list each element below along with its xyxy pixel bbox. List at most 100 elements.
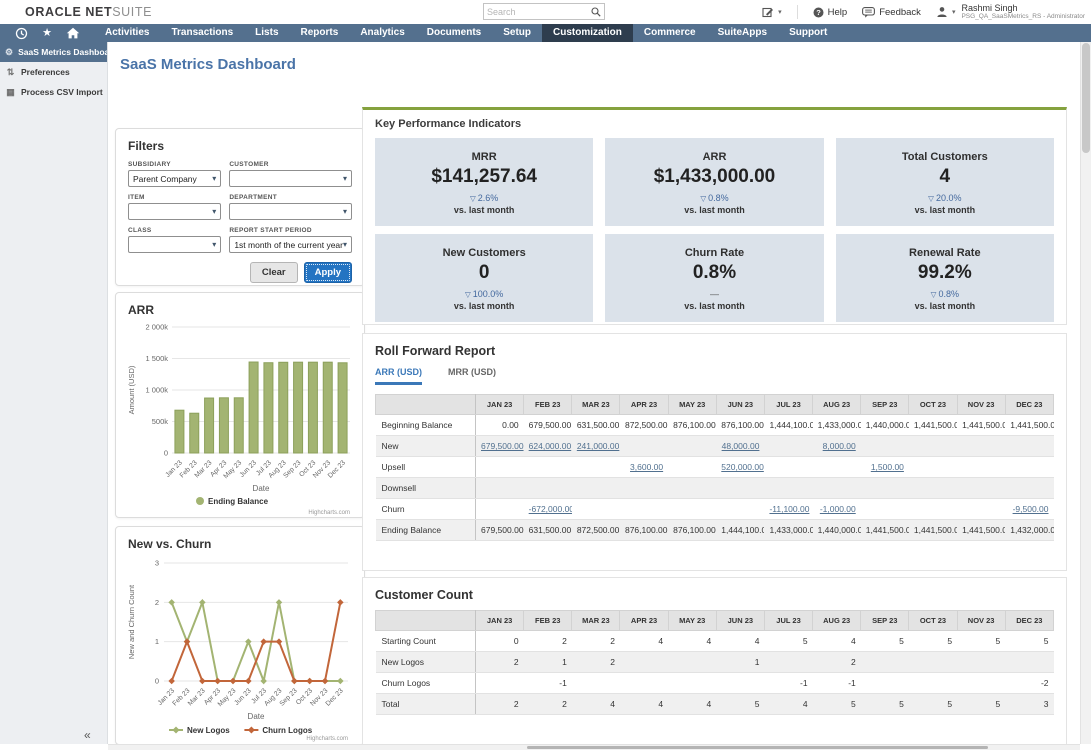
legend-churn-logos[interactable]: Churn Logos xyxy=(244,726,313,735)
apply-button[interactable]: Apply xyxy=(303,262,352,283)
filter-label: ITEM xyxy=(128,194,145,201)
bar-aug-23[interactable] xyxy=(278,361,289,454)
bar-jul-23[interactable] xyxy=(263,362,274,454)
svg-text:3: 3 xyxy=(155,559,159,568)
search-icon[interactable] xyxy=(588,6,604,17)
filter-select-report-start-period[interactable]: 1st month of the current year ▾ xyxy=(229,236,352,253)
home-icon[interactable] xyxy=(60,24,86,42)
triangle-down-icon: ▽ xyxy=(930,290,937,299)
chart-credit: Highcharts.com xyxy=(308,510,350,516)
horizontal-scrollbar[interactable] xyxy=(108,744,1080,750)
nav-item-customization[interactable]: Customization xyxy=(542,24,633,42)
bar-jun-23[interactable] xyxy=(248,361,259,454)
cell-link[interactable]: 8,000.00 xyxy=(823,441,856,451)
recent-records-clock-icon[interactable] xyxy=(8,24,34,42)
vertical-scrollbar-thumb[interactable] xyxy=(1082,43,1090,153)
point-churn-logos-jan-23[interactable] xyxy=(168,677,175,685)
cell-link[interactable]: -9,500.00 xyxy=(1013,504,1049,514)
bar-may-23[interactable] xyxy=(233,397,244,454)
clear-button[interactable]: Clear xyxy=(249,262,298,283)
search-input[interactable] xyxy=(484,6,588,17)
svg-text:Amount (USD): Amount (USD) xyxy=(127,365,136,414)
create-new-button[interactable]: ▾ xyxy=(762,6,782,18)
point-new-logos-jul-23[interactable] xyxy=(260,677,267,685)
point-churn-logos-jun-23[interactable] xyxy=(245,677,252,685)
point-churn-logos-nov-23[interactable] xyxy=(321,677,329,685)
nav-item-transactions[interactable]: Transactions xyxy=(160,24,244,42)
point-churn-logos-oct-23[interactable] xyxy=(306,677,313,685)
cell: 4 xyxy=(619,693,669,715)
point-churn-logos-sep-23[interactable] xyxy=(291,677,298,685)
point-new-logos-mar-23[interactable] xyxy=(199,599,206,606)
nav-item-documents[interactable]: Documents xyxy=(416,24,492,42)
bar-nov-23[interactable] xyxy=(322,361,333,454)
cell-link[interactable]: 241,000.00 xyxy=(577,441,620,451)
cell-link[interactable]: 3,600.00 xyxy=(630,462,663,472)
point-churn-logos-aug-23[interactable] xyxy=(275,638,283,645)
bar-dec-23[interactable] xyxy=(337,362,348,454)
point-new-logos-aug-23[interactable] xyxy=(275,599,283,606)
nav-item-suiteapps[interactable]: SuiteApps xyxy=(707,24,778,42)
cell: 1,441,500.00 xyxy=(908,414,958,436)
legend-ending-balance[interactable]: Ending Balance xyxy=(196,497,269,506)
cell-link[interactable]: -1,000.00 xyxy=(820,504,856,514)
help-button[interactable]: ? Help xyxy=(813,7,847,18)
logo-suite: SUITE xyxy=(112,5,153,19)
nav-item-lists[interactable]: Lists xyxy=(244,24,289,42)
point-new-logos-jan-23[interactable] xyxy=(168,599,175,606)
sidebar-item-saas-metrics-dashboard[interactable]: ⚙ SaaS Metrics Dashboard xyxy=(0,42,107,62)
cell-link[interactable]: 520,000.00 xyxy=(721,462,764,472)
point-churn-logos-apr-23[interactable] xyxy=(214,677,221,685)
nav-item-commerce[interactable]: Commerce xyxy=(633,24,707,42)
filter-select-item[interactable]: ▾ xyxy=(128,203,222,220)
nav-item-support[interactable]: Support xyxy=(778,24,838,42)
feedback-button[interactable]: Feedback xyxy=(862,7,921,18)
kpi-card-mrr: MRR $141,257.64 ▽ 2.6% vs. last month xyxy=(375,138,594,226)
tab-arr-usd[interactable]: ARR (USD) xyxy=(375,367,422,385)
cell-link[interactable]: 48,000.00 xyxy=(722,441,760,451)
filter-select-department[interactable]: ▾ xyxy=(229,203,352,220)
filter-select-class[interactable]: ▾ xyxy=(128,236,222,253)
kpi-sub-label: vs. last month xyxy=(453,301,515,311)
cell: 1,444,100.00 xyxy=(716,519,765,541)
filter-value: Parent Company xyxy=(133,173,197,184)
sidebar-collapse-button[interactable]: « xyxy=(84,728,91,742)
filter-select-subsidiary[interactable]: Parent Company ▾ xyxy=(128,170,222,187)
sidebar-item-preferences[interactable]: ⇅ Preferences xyxy=(0,62,107,82)
bar-feb-23[interactable] xyxy=(189,412,200,454)
point-churn-logos-may-23[interactable] xyxy=(229,677,237,685)
cell-link[interactable]: 1,500.00 xyxy=(871,462,904,472)
point-new-logos-dec-23[interactable] xyxy=(337,677,344,685)
nav-item-analytics[interactable]: Analytics xyxy=(349,24,415,42)
point-churn-logos-mar-23[interactable] xyxy=(199,677,206,685)
bar-jan-23[interactable] xyxy=(174,409,185,454)
netsuite-logo[interactable]: ORACLE NETSUITE xyxy=(25,5,152,19)
point-churn-logos-jul-23[interactable] xyxy=(260,638,267,645)
horizontal-scrollbar-thumb[interactable] xyxy=(527,746,988,749)
tab-mrr-usd[interactable]: MRR (USD) xyxy=(448,367,496,385)
point-churn-logos-dec-23[interactable] xyxy=(337,599,344,606)
bar-apr-23[interactable] xyxy=(218,397,229,454)
cell-link[interactable]: 679,500.00 xyxy=(481,441,524,451)
cell-link[interactable]: 624,000.00 xyxy=(529,441,572,451)
user-menu[interactable]: ▾ Rashmi Singh PSG_QA_SaaSMetrics_RS - A… xyxy=(936,3,1085,21)
legend-new-logos[interactable]: New Logos xyxy=(169,726,230,735)
bar-mar-23[interactable] xyxy=(204,397,215,454)
vertical-scrollbar[interactable] xyxy=(1080,42,1091,744)
sidebar-item-process-csv-import[interactable]: ▦ Process CSV Import xyxy=(0,82,107,102)
cell-link[interactable]: -11,100.00 xyxy=(769,504,809,514)
nav-item-activities[interactable]: Activities xyxy=(94,24,160,42)
point-churn-logos-feb-23[interactable] xyxy=(183,638,191,645)
svg-text:1 000k: 1 000k xyxy=(145,386,168,395)
svg-text:0: 0 xyxy=(164,449,168,458)
nav-item-reports[interactable]: Reports xyxy=(290,24,350,42)
cell-link[interactable]: -672,000.00 xyxy=(529,504,572,514)
filter-select-customer[interactable]: ▾ xyxy=(229,170,352,187)
nav-item-setup[interactable]: Setup xyxy=(492,24,542,42)
bar-sep-23[interactable] xyxy=(293,361,304,454)
bar-oct-23[interactable] xyxy=(307,361,318,454)
point-new-logos-jun-23[interactable] xyxy=(245,638,252,645)
cell: 2 xyxy=(475,651,524,673)
column-header-aug-23: AUG 23 xyxy=(812,394,862,415)
shortcuts-star-icon[interactable]: ★ xyxy=(34,24,60,42)
